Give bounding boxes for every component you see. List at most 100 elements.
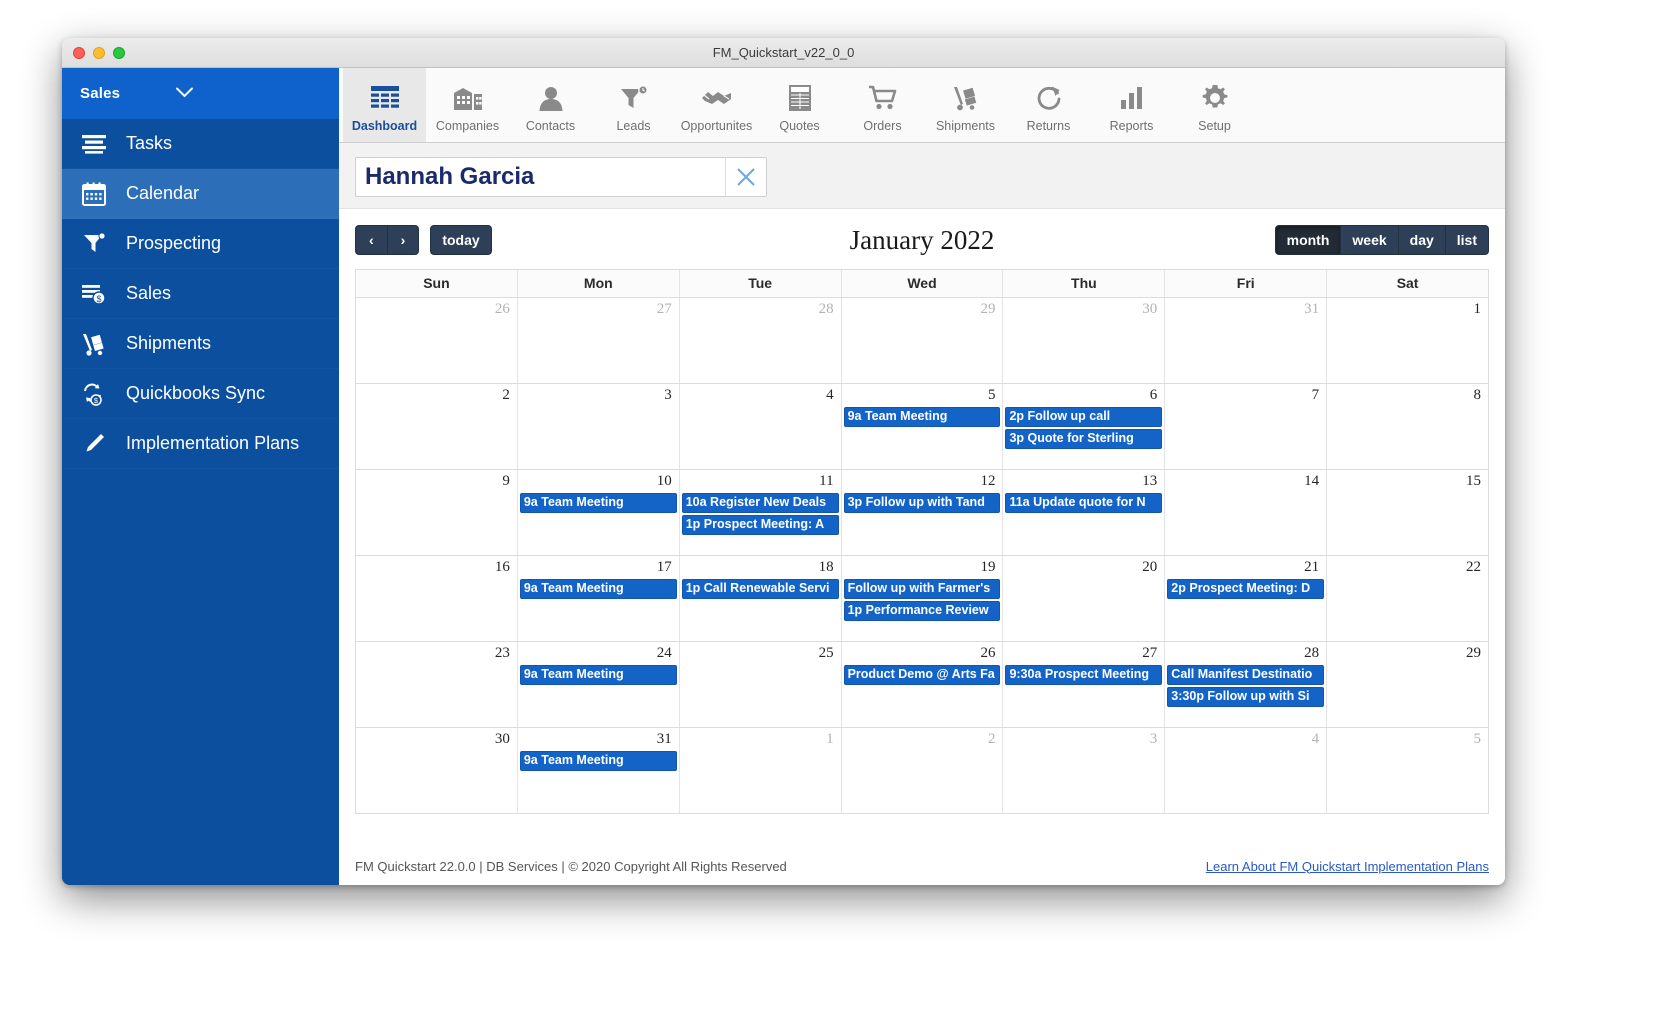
calendar-day-cell[interactable]: 1: [1327, 298, 1488, 383]
toolbar-item-quotes[interactable]: Quotes: [758, 68, 841, 142]
implementation-plans-link[interactable]: Learn About FM Quickstart Implementation…: [1206, 859, 1489, 874]
sidebar-item-sales[interactable]: $ Sales: [62, 269, 339, 319]
calendar-event[interactable]: 9a Team Meeting: [519, 751, 677, 771]
calendar-event[interactable]: 11a Update quote for N: [1005, 493, 1163, 513]
sidebar-item-prospecting[interactable]: Prospecting: [62, 219, 339, 269]
calendar-event[interactable]: 3p Quote for Sterling: [1005, 429, 1163, 449]
calendar-day-cell[interactable]: 24 9a Team Meeting: [518, 642, 680, 727]
calendar-day-cell[interactable]: 25: [680, 642, 842, 727]
calendar-day-cell[interactable]: 1: [680, 728, 842, 813]
clear-search-button[interactable]: [725, 158, 766, 196]
toolbar-item-dashboard[interactable]: Dashboard: [343, 68, 426, 142]
maximize-window-button[interactable]: [113, 47, 125, 59]
calendar-day-cell[interactable]: 30: [356, 728, 518, 813]
calendar-day-cell[interactable]: 4: [680, 384, 842, 469]
calendar-day-cell[interactable]: 31 9a Team Meeting: [518, 728, 680, 813]
calendar-day-cell[interactable]: 16: [356, 556, 518, 641]
calendar-day-cell[interactable]: 10 9a Team Meeting: [518, 470, 680, 555]
calendar-event[interactable]: 9:30a Prospect Meeting: [1005, 665, 1163, 685]
toolbar-item-reports[interactable]: Reports: [1090, 68, 1173, 142]
calendar-day-cell[interactable]: 31: [1165, 298, 1328, 383]
calendar-view-month[interactable]: month: [1274, 225, 1342, 255]
calendar-day-cell[interactable]: 11 10a Register New Deals 1p Prospect Meet…: [680, 470, 842, 555]
sidebar-item-calendar[interactable]: Calendar: [62, 169, 339, 219]
sidebar-item-tasks[interactable]: Tasks: [62, 119, 339, 169]
calendar-day-cell[interactable]: 26: [356, 298, 518, 383]
calendar-day-cell[interactable]: 27: [518, 298, 680, 383]
minimize-window-button[interactable]: [93, 47, 105, 59]
calendar-day-cell[interactable]: 14: [1165, 470, 1328, 555]
calendar-day-cell[interactable]: 20: [1003, 556, 1166, 641]
calendar-day-cell[interactable]: 22: [1327, 556, 1488, 641]
calendar-day-cell[interactable]: 12 3p Follow up with Tand: [842, 470, 1004, 555]
sidebar-item-implementation-plans[interactable]: Implementation Plans: [62, 419, 339, 469]
calendar-day-cell[interactable]: 7: [1165, 384, 1328, 469]
toolbar-item-leads[interactable]: Leads: [592, 68, 675, 142]
calendar-event[interactable]: 3p Follow up with Tand: [843, 493, 1001, 513]
calendar-event[interactable]: 9a Team Meeting: [519, 665, 677, 685]
window-controls[interactable]: [73, 47, 125, 59]
calendar-day-cell[interactable]: 29: [842, 298, 1004, 383]
toolbar-item-opportunites[interactable]: Opportunites: [675, 68, 758, 142]
calendar-day-cell[interactable]: 21 2p Prospect Meeting: D: [1165, 556, 1328, 641]
calendar-day-cell[interactable]: 2: [842, 728, 1004, 813]
calendar-day-cell[interactable]: 4: [1165, 728, 1328, 813]
calendar-view-week[interactable]: week: [1341, 225, 1399, 255]
toolbar-item-shipments[interactable]: Shipments: [924, 68, 1007, 142]
calendar-event[interactable]: Call Manifest Destinatio: [1167, 665, 1325, 685]
calendar-event[interactable]: 9a Team Meeting: [519, 493, 677, 513]
calendar-day-cell[interactable]: 17 9a Team Meeting: [518, 556, 680, 641]
calendar-day-cell[interactable]: 8: [1327, 384, 1488, 469]
calendar-event[interactable]: 1p Call Renewable Servi: [681, 579, 839, 599]
close-window-button[interactable]: [73, 47, 85, 59]
toolbar-item-setup[interactable]: Setup: [1173, 68, 1256, 142]
calendar-prev-button[interactable]: ‹: [355, 225, 388, 255]
toolbar-item-contacts[interactable]: Contacts: [509, 68, 592, 142]
toolbar-item-orders[interactable]: Orders: [841, 68, 924, 142]
calendar-event[interactable]: 1p Performance Review: [843, 601, 1001, 621]
calendar-day-cell[interactable]: 27 9:30a Prospect Meeting: [1003, 642, 1166, 727]
calendar-event[interactable]: 3:30p Follow up with Si: [1167, 687, 1325, 707]
calendar-day-cell[interactable]: 9: [356, 470, 518, 555]
calendar-event[interactable]: Product Demo @ Arts Fa: [843, 665, 1001, 685]
sidebar-module-selector[interactable]: Sales: [62, 68, 339, 119]
calendar-day-cell[interactable]: 28: [680, 298, 842, 383]
calendar-day-cell[interactable]: 6 2p Follow up call 3p Quote for Sterling: [1003, 384, 1166, 469]
calendar-event[interactable]: 9a Team Meeting: [843, 407, 1001, 427]
calendar-day-cell[interactable]: 30: [1003, 298, 1166, 383]
toolbar-item-returns[interactable]: Returns: [1007, 68, 1090, 142]
calendar-day-cell[interactable]: 26 Product Demo @ Arts Fa: [842, 642, 1004, 727]
sidebar-item-shipments[interactable]: Shipments: [62, 319, 339, 369]
calendar-event[interactable]: 2p Follow up call: [1005, 407, 1163, 427]
calendar-day-cell[interactable]: 3: [518, 384, 680, 469]
calendar-day-cell[interactable]: 3: [1003, 728, 1166, 813]
calendar-event[interactable]: Follow up with Farmer's: [843, 579, 1001, 599]
calendar-day-cell[interactable]: 23: [356, 642, 518, 727]
calendar-day-cell[interactable]: 18 1p Call Renewable Servi: [680, 556, 842, 641]
calendar-day-cell[interactable]: 15: [1327, 470, 1488, 555]
calendar-event[interactable]: 10a Register New Deals: [681, 493, 839, 513]
search-box[interactable]: [355, 157, 767, 197]
sidebar-item-quickbooks-sync[interactable]: $ Quickbooks Sync: [62, 369, 339, 419]
calendar-event[interactable]: 9a Team Meeting: [519, 579, 677, 599]
toolbar-item-companies[interactable]: Companies: [426, 68, 509, 142]
calendar-day-cell[interactable]: 19 Follow up with Farmer's 1p Performance …: [842, 556, 1004, 641]
calendar-day-cell[interactable]: 5 9a Team Meeting: [842, 384, 1004, 469]
calendar-event[interactable]: 1p Prospect Meeting: A: [681, 515, 839, 535]
calendar-view-switcher[interactable]: month week day list: [1274, 225, 1489, 255]
calendar-day-cell[interactable]: 2: [356, 384, 518, 469]
calendar-day-cell[interactable]: 29: [1327, 642, 1488, 727]
calendar-today-button[interactable]: today: [430, 225, 492, 255]
calendar-day-cell[interactable]: 28 Call Manifest Destinatio 3:30p Follow u…: [1165, 642, 1328, 727]
calendar-view-list[interactable]: list: [1445, 225, 1489, 255]
calendar-day-cell[interactable]: 5: [1327, 728, 1488, 813]
calendar-nav-group[interactable]: ‹ ›: [355, 225, 420, 255]
calendar-next-button[interactable]: ›: [387, 225, 420, 255]
calendar-event[interactable]: 2p Prospect Meeting: D: [1167, 579, 1325, 599]
calendar-view-day[interactable]: day: [1398, 225, 1446, 255]
footer-copyright: FM Quickstart 22.0.0 | DB Services | © 2…: [355, 858, 787, 874]
search-input[interactable]: [356, 158, 725, 196]
calendar-day-number: 24: [656, 645, 672, 661]
calendar-day-cell[interactable]: 13 11a Update quote for N: [1003, 470, 1166, 555]
calendar-week-row: 2 3 4 5 9a Team Meeting 6 2p Follow up call 3p …: [356, 384, 1488, 470]
